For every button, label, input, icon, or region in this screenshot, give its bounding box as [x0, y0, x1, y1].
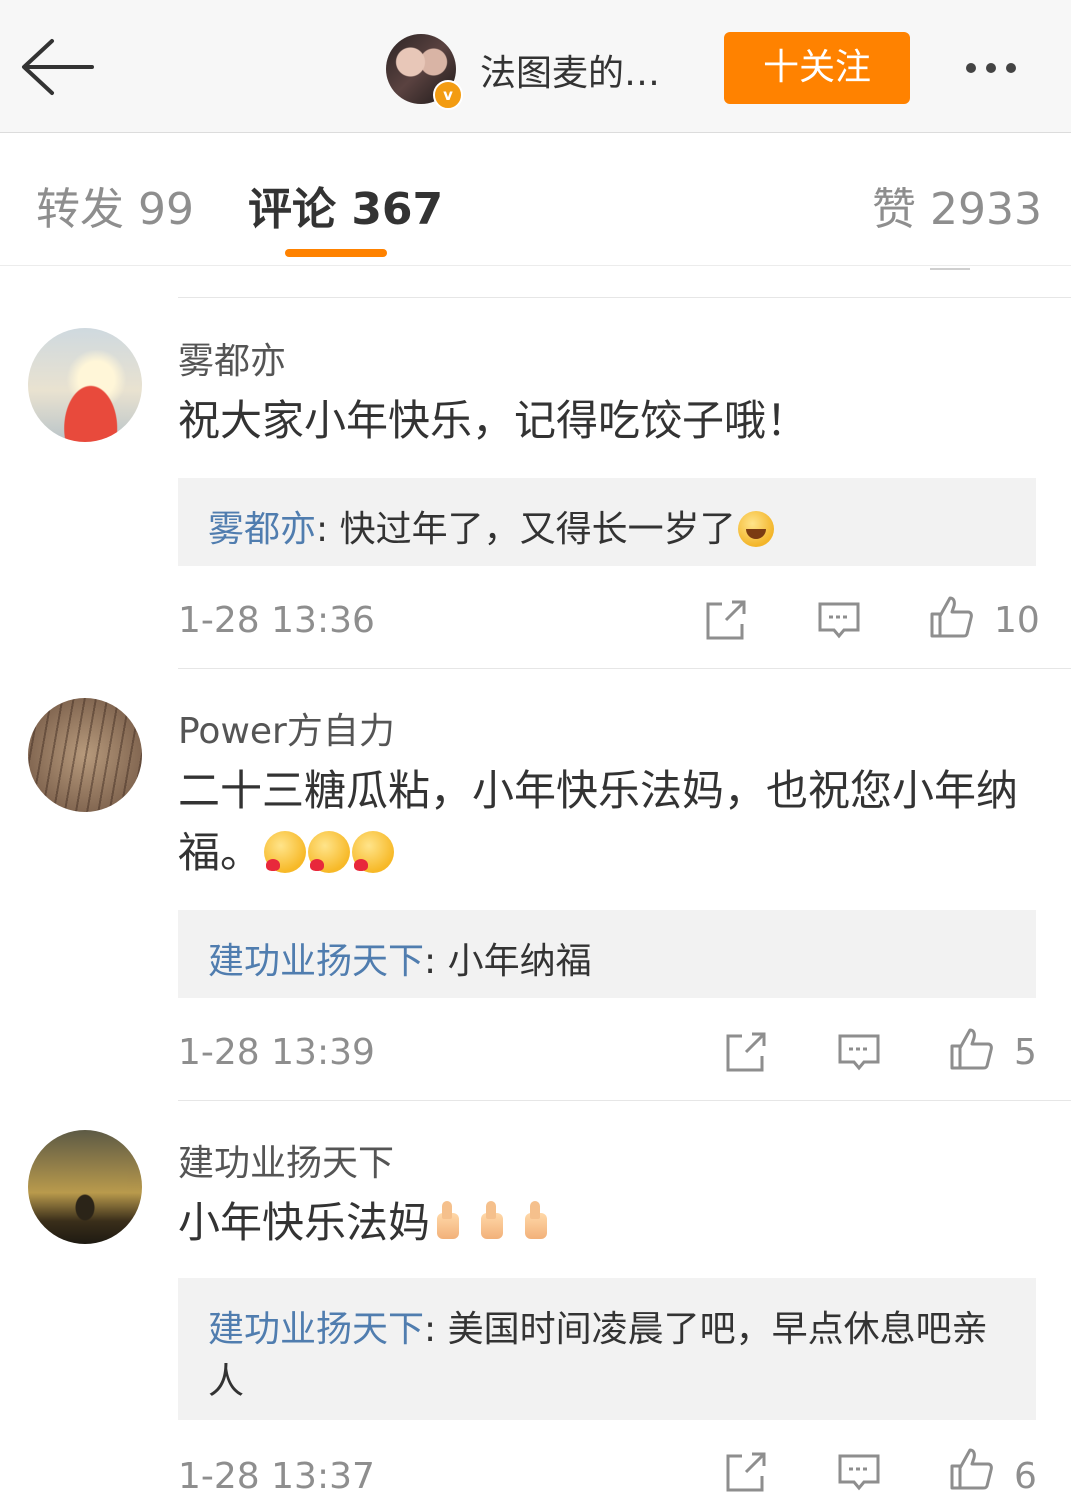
reply-separator: : — [424, 1309, 448, 1350]
avatar[interactable] — [28, 698, 142, 812]
comment-text-content: 小年快乐法妈 — [178, 1198, 431, 1247]
divider — [178, 668, 1071, 669]
more-dots-icon — [966, 63, 976, 73]
more-dots-icon — [986, 63, 996, 73]
repost-button[interactable] — [722, 1450, 768, 1496]
comment-timestamp: 1-28 13:36 — [178, 600, 375, 641]
verified-badge-icon: v — [433, 80, 463, 110]
tab-likes[interactable]: 赞 2933 — [872, 173, 1042, 237]
like-count: 6 — [1014, 1456, 1037, 1497]
active-tab-indicator — [285, 249, 387, 257]
thumbs-up-emoji — [432, 1201, 462, 1243]
laugh-cry-emoji — [737, 511, 774, 547]
back-button[interactable] — [18, 36, 98, 98]
repost-button[interactable] — [702, 598, 748, 644]
heart-face-emoji — [308, 831, 351, 873]
thumbs-up-emoji — [520, 1201, 550, 1243]
divider — [178, 1100, 1071, 1101]
reply-preview[interactable]: 雾都亦: 快过年了，又得长一岁了 — [178, 478, 1036, 566]
repost-button[interactable] — [722, 1030, 768, 1076]
reply-text: 小年纳福 — [447, 941, 592, 982]
reply-button[interactable] — [816, 598, 862, 644]
thumbs-up-emoji — [476, 1201, 506, 1243]
like-button[interactable] — [948, 1026, 994, 1072]
thumbs-up-icon — [950, 1448, 993, 1490]
heart-face-emoji — [352, 831, 395, 873]
top-bar: v 法图麦的… 十关注 — [0, 0, 1071, 133]
reply-button[interactable] — [836, 1030, 882, 1076]
previous-comment-edge — [930, 262, 970, 270]
avatar[interactable] — [28, 1130, 142, 1244]
comment-text-content: 祝大家小年快乐，记得吃饺子哦！ — [178, 396, 809, 445]
like-button[interactable] — [928, 594, 974, 640]
arrow-left-icon — [22, 39, 94, 95]
comment-username[interactable]: 雾都亦 — [178, 332, 286, 384]
reply-button[interactable] — [836, 1450, 882, 1496]
author-name[interactable]: 法图麦的… — [480, 44, 660, 96]
reply-preview[interactable]: 建功业扬天下: 小年纳福 — [178, 910, 1036, 998]
comment-timestamp: 1-28 13:37 — [178, 1456, 375, 1497]
heart-face-emoji — [264, 831, 307, 873]
thumbs-up-icon — [950, 1028, 993, 1070]
comment-username[interactable]: Power方自力 — [178, 702, 395, 754]
comment-icon — [838, 1034, 880, 1071]
share-icon — [726, 1452, 766, 1492]
comment-timestamp: 1-28 13:39 — [178, 1032, 375, 1073]
follow-button[interactable]: 十关注 — [724, 32, 910, 104]
comment-text: 二十三糖瓜粘，小年快乐法妈，也祝您小年纳福。 — [178, 760, 1048, 884]
comment-icon — [838, 1454, 880, 1491]
avatar[interactable] — [28, 328, 142, 442]
thumbs-up-icon — [930, 596, 973, 638]
reply-text: 快过年了，又得长一岁了 — [339, 509, 736, 550]
reply-username[interactable]: 雾都亦 — [208, 509, 316, 550]
tab-comments[interactable]: 评论 367 — [248, 173, 443, 237]
reply-preview[interactable]: 建功业扬天下: 美国时间凌晨了吧，早点休息吧亲人 — [178, 1278, 1036, 1420]
share-icon — [726, 1032, 766, 1072]
comment-text: 小年快乐法妈 — [178, 1192, 1048, 1254]
like-button[interactable] — [948, 1446, 994, 1492]
more-button[interactable] — [966, 56, 1046, 80]
reply-separator: : — [424, 941, 448, 982]
like-count: 5 — [1014, 1032, 1037, 1073]
more-dots-icon — [1006, 63, 1016, 73]
reply-separator: : — [316, 509, 340, 550]
tab-reposts[interactable]: 转发 99 — [36, 173, 194, 237]
divider — [178, 297, 1071, 298]
comment-text: 祝大家小年快乐，记得吃饺子哦！ — [178, 390, 1048, 452]
like-count: 10 — [994, 600, 1040, 641]
comment-username[interactable]: 建功业扬天下 — [178, 1134, 394, 1186]
tab-bar: 转发 99 评论 367 赞 2933 — [0, 133, 1071, 266]
share-icon — [706, 600, 746, 640]
reply-username[interactable]: 建功业扬天下 — [208, 1309, 424, 1350]
comment-icon — [818, 602, 860, 639]
reply-username[interactable]: 建功业扬天下 — [208, 941, 424, 982]
